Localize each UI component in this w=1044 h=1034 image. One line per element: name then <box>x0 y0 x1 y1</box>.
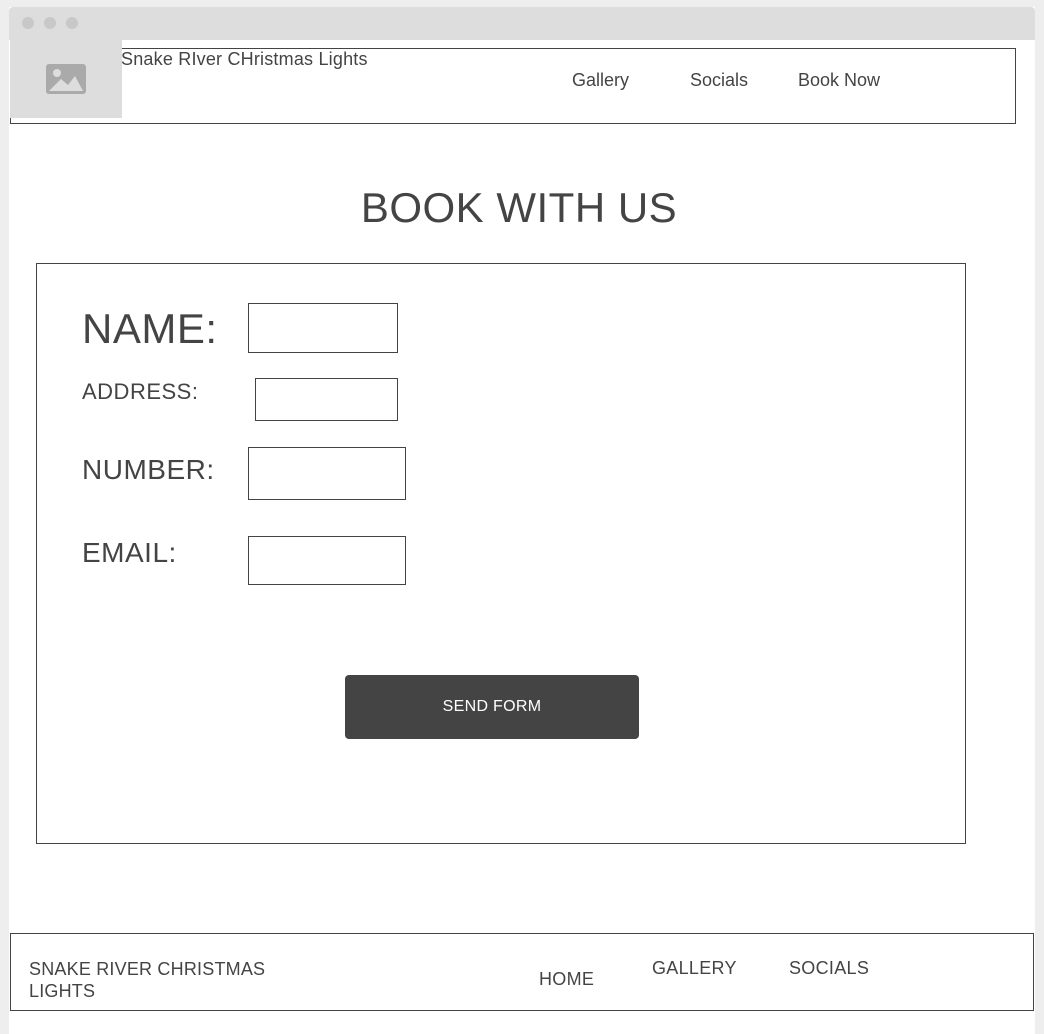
page-title: BOOK WITH US <box>360 184 678 231</box>
number-field[interactable] <box>248 447 406 500</box>
footer-gallery-link[interactable]: GALLERY <box>652 958 737 979</box>
address-label: ADDRESS: <box>82 379 199 404</box>
window-maximize-dot[interactable] <box>66 17 78 29</box>
email-label: EMAIL: <box>82 537 177 568</box>
nav-book-now-link[interactable]: Book Now <box>798 70 880 91</box>
footer-socials-link[interactable]: SOCIALS <box>789 958 869 979</box>
address-field[interactable] <box>255 378 398 421</box>
number-label: NUMBER: <box>82 454 215 485</box>
nav-gallery-link[interactable]: Gallery <box>572 70 629 91</box>
site-title[interactable]: Snake RIver CHristmas Lights <box>121 49 368 70</box>
name-field[interactable] <box>248 303 398 353</box>
window-minimize-dot[interactable] <box>44 17 56 29</box>
send-form-button[interactable]: SEND FORM <box>345 675 639 739</box>
nav-socials-link[interactable]: Socials <box>690 70 748 91</box>
email-field[interactable] <box>248 536 406 585</box>
window-close-dot[interactable] <box>22 17 34 29</box>
logo-image[interactable] <box>10 40 122 118</box>
footer-home-link[interactable]: HOME <box>539 969 594 990</box>
window-titlebar <box>9 7 1035 40</box>
name-label: NAME: <box>82 305 218 352</box>
image-placeholder-icon <box>46 64 86 94</box>
footer-title: SNAKE RIVER CHRISTMAS LIGHTS <box>29 959 266 1001</box>
